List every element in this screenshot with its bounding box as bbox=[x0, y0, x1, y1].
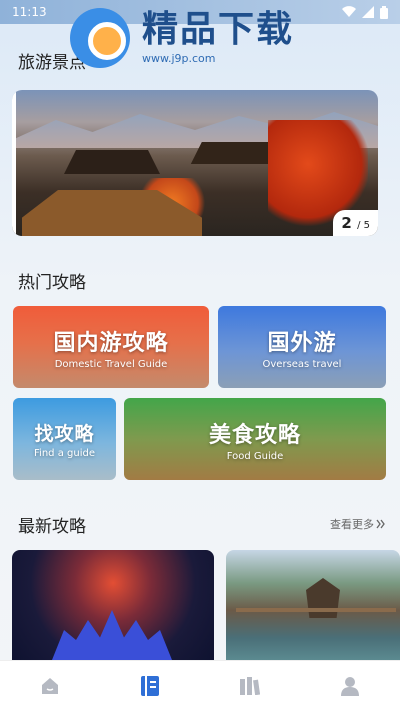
tab-library[interactable] bbox=[220, 666, 280, 706]
tab-profile[interactable] bbox=[320, 666, 380, 706]
watermark-title: 精品下载 bbox=[142, 8, 295, 50]
card-subtitle: Domestic Travel Guide bbox=[54, 358, 168, 370]
banner-total-pages: / 5 bbox=[357, 220, 370, 231]
card-subtitle: Find a guide bbox=[34, 448, 95, 459]
scenic-banner-carousel[interactable]: 2 / 5 bbox=[12, 90, 378, 236]
banner-roof bbox=[64, 150, 160, 174]
guide-book-icon bbox=[141, 675, 159, 696]
card-title: 国外游 bbox=[267, 330, 337, 356]
domestic-travel-guide-card[interactable]: 国内游攻略 Domestic Travel Guide bbox=[13, 306, 209, 388]
bridge-image bbox=[236, 608, 396, 624]
bottom-tab-bar bbox=[0, 660, 400, 710]
battery-icon bbox=[380, 5, 388, 19]
wifi-icon bbox=[342, 6, 356, 18]
card-title: 找攻略 bbox=[34, 423, 95, 445]
library-icon bbox=[240, 676, 260, 695]
latest-guides-title: 最新攻略 bbox=[18, 517, 86, 537]
card-subtitle: Overseas travel bbox=[262, 358, 342, 370]
card-title: 美食攻略 bbox=[208, 422, 301, 448]
card-title: 国内游攻略 bbox=[53, 330, 169, 356]
watermark-logo-icon bbox=[70, 8, 130, 68]
view-more-link[interactable]: 查看更多 bbox=[330, 516, 386, 532]
tab-home[interactable] bbox=[20, 666, 80, 706]
double-chevron-right-icon bbox=[376, 519, 385, 529]
castle-image bbox=[52, 610, 172, 660]
view-more-label: 查看更多 bbox=[330, 518, 374, 531]
food-guide-card[interactable]: 美食攻略 Food Guide bbox=[124, 398, 386, 480]
watermark: 精品下载 www.j9p.com bbox=[70, 0, 330, 76]
card-subtitle: Food Guide bbox=[226, 450, 284, 462]
overseas-travel-card[interactable]: 国外游 Overseas travel bbox=[218, 306, 386, 388]
watermark-url: www.j9p.com bbox=[142, 51, 216, 65]
signal-icon bbox=[362, 6, 374, 18]
banner-current-page: 2 bbox=[341, 214, 352, 232]
article-card-fireworks[interactable] bbox=[12, 550, 214, 660]
article-card-ancient-town[interactable] bbox=[226, 550, 400, 660]
tab-guides[interactable] bbox=[120, 666, 180, 706]
hot-guides-title: 热门攻略 bbox=[18, 273, 86, 293]
home-icon bbox=[42, 677, 58, 694]
status-icons bbox=[342, 5, 388, 19]
find-guide-card[interactable]: 找攻略 Find a guide bbox=[13, 398, 116, 480]
profile-icon bbox=[341, 676, 359, 696]
banner-page-indicator: 2 / 5 bbox=[333, 210, 378, 236]
status-time: 11:13 bbox=[12, 5, 47, 19]
